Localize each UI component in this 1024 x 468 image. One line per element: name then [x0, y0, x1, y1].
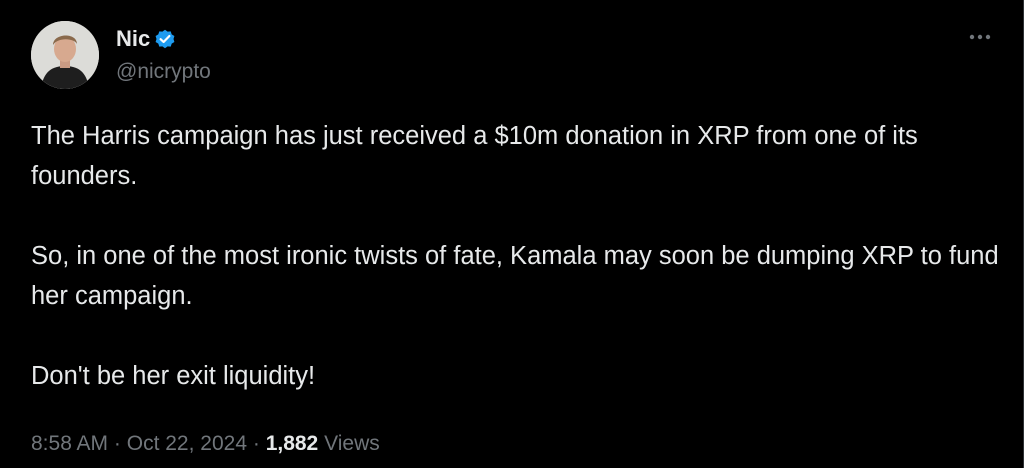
tweet-time[interactable]: 8:58 AM: [31, 432, 108, 455]
more-dots-icon[interactable]: [965, 22, 995, 52]
name-row: Nic: [116, 25, 211, 53]
user-handle[interactable]: @nicrypto: [116, 57, 211, 87]
meta-separator: ·: [252, 432, 260, 455]
tweet-paragraph: So, in one of the most ironic twists of …: [31, 242, 1006, 310]
views-label: Views: [324, 432, 380, 455]
tweet-text: The Harris campaign has just received a …: [31, 116, 1011, 396]
tweet-card: Nic @nicrypto The Harris campaign has ju…: [0, 0, 1024, 468]
display-name[interactable]: Nic: [116, 25, 150, 53]
tweet-paragraph: The Harris campaign has just received a …: [31, 122, 925, 190]
tweet-header: Nic @nicrypto: [31, 21, 211, 91]
tweet-paragraph: Don't be her exit liquidity!: [31, 362, 316, 390]
tweet-date[interactable]: Oct 22, 2024: [127, 432, 247, 455]
user-block: Nic @nicrypto: [116, 25, 211, 87]
views-count: 1,882: [265, 432, 319, 455]
verified-badge-icon[interactable]: [154, 28, 176, 50]
profile-photo-icon: [31, 21, 99, 89]
meta-separator: ·: [113, 432, 121, 455]
tweet-meta: 8:58 AM · Oct 22, 2024 · 1,882 Views: [31, 428, 380, 460]
avatar[interactable]: [31, 21, 99, 89]
